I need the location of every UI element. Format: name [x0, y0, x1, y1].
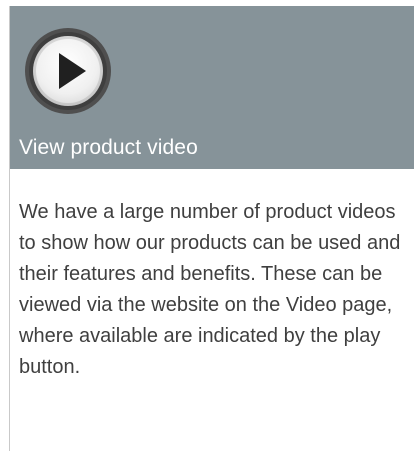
card-title: View product video: [19, 136, 198, 159]
card-header: View product video: [10, 6, 414, 169]
play-video-button[interactable]: [22, 25, 114, 117]
card-description: We have a large number of product videos…: [19, 197, 413, 383]
play-icon: [25, 28, 111, 114]
description-text: We have a large number of product videos…: [19, 201, 401, 378]
product-video-card: View product video We have a large numbe…: [9, 6, 414, 451]
